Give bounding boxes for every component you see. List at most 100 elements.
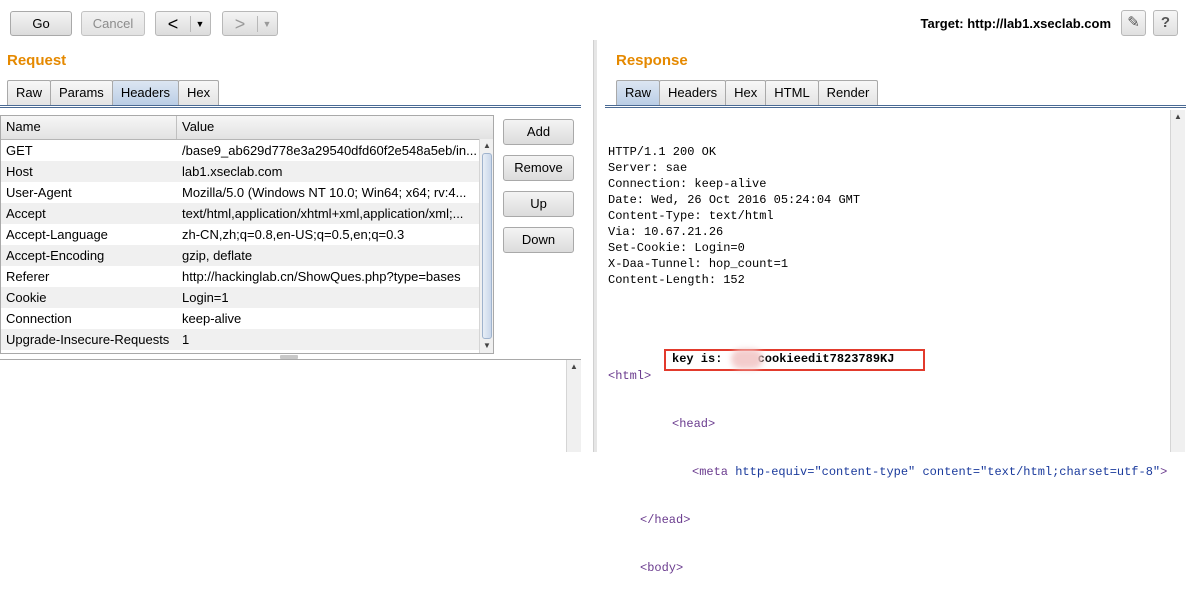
table-header: Name Value (1, 116, 493, 140)
go-button[interactable]: Go (10, 11, 72, 36)
header-value-cell[interactable]: lab1.xseclab.com (177, 161, 479, 182)
response-header-line: Set-Cookie: Login=0 (608, 241, 745, 255)
tab-raw[interactable]: Raw (616, 80, 661, 106)
response-header-line: Connection: keep-alive (608, 177, 767, 191)
header-name-cell[interactable]: Accept (1, 203, 177, 224)
header-name-cell[interactable]: Host (1, 161, 177, 182)
tab-raw[interactable]: Raw (7, 80, 52, 106)
response-header-line: Via: 10.67.21.26 (608, 225, 724, 239)
header-value-cell[interactable]: Login=1 (177, 287, 479, 308)
response-headers: HTTP/1.1 200 OK Server: sae Connection: ke… (608, 144, 1167, 288)
edit-target-button[interactable]: ✎ (1121, 10, 1146, 36)
back-button[interactable]: < ▼ (155, 11, 211, 36)
scroll-up-icon[interactable]: ▲ (1171, 110, 1185, 124)
head-close-tag: </head> (640, 513, 691, 527)
meta-tag: <meta (692, 465, 729, 479)
table-body: GET/base9_ab629d778e3a29540dfd60f2e548a5… (1, 140, 493, 350)
toolbar: Go Cancel < ▼ > ▼ Target: http://lab1.xs… (0, 0, 1186, 44)
meta-attr-name: content= (922, 465, 981, 479)
meta-attr-value: "text/html;charset=utf-8" (980, 465, 1161, 479)
key-line: key is: cookieedit7823789KJ (672, 352, 894, 366)
header-name-cell[interactable]: Upgrade-Insecure-Requests (1, 329, 177, 350)
response-header-line: Server: sae (608, 161, 688, 175)
tab-hex[interactable]: Hex (725, 80, 767, 106)
tab-headers[interactable]: Headers (111, 80, 179, 106)
column-header-name[interactable]: Name (1, 116, 177, 139)
body-open-tag: <body> (640, 561, 684, 575)
cancel-button[interactable]: Cancel (81, 11, 145, 36)
tab-headers[interactable]: Headers (659, 80, 727, 106)
header-value-cell[interactable]: Mozilla/5.0 (Windows NT 10.0; Win64; x64… (177, 182, 479, 203)
header-name-cell[interactable]: Cookie (1, 287, 177, 308)
request-body-editor[interactable]: ▲ (0, 359, 581, 452)
head-open-tag: <head> (672, 417, 716, 431)
header-value-cell[interactable]: text/html,application/xhtml+xml,applicat… (177, 203, 479, 224)
table-row[interactable]: Cookie Login=1 (1, 287, 493, 308)
header-name-cell[interactable]: Connection (1, 308, 177, 329)
add-header-button[interactable]: Add (503, 119, 574, 145)
header-name-cell[interactable]: User-Agent (1, 182, 177, 203)
header-value-cell[interactable]: http://hackinglab.cn/ShowQues.php?type=b… (177, 266, 479, 287)
header-value-cell[interactable]: keep-alive (177, 308, 479, 329)
meta-attr-value: "content-type" (814, 465, 916, 479)
response-header-line: Content-Length: 152 (608, 273, 745, 287)
scroll-up-icon[interactable]: ▲ (567, 360, 581, 374)
scroll-down-icon[interactable]: ▼ (480, 339, 493, 353)
tab-html[interactable]: HTML (765, 80, 819, 106)
tab-params[interactable]: Params (50, 80, 113, 106)
remove-header-button[interactable]: Remove (503, 155, 574, 181)
header-name-cell[interactable]: Referer (1, 266, 177, 287)
forward-button[interactable]: > ▼ (222, 11, 278, 36)
table-row[interactable]: Referer http://hackinglab.cn/ShowQues.php… (1, 266, 493, 287)
header-value-cell[interactable]: gzip, deflate (177, 245, 479, 266)
request-tabs: Raw Params Headers Hex (7, 80, 220, 106)
move-down-button[interactable]: Down (503, 227, 574, 253)
table-row[interactable]: GET/base9_ab629d778e3a29540dfd60f2e548a5… (1, 140, 493, 161)
response-header-line: X-Daa-Tunnel: hop_count=1 (608, 257, 789, 271)
help-button[interactable]: ? (1153, 10, 1178, 36)
response-header-line: HTTP/1.1 200 OK (608, 145, 717, 159)
table-scrollbar[interactable]: ▲ ▼ (479, 139, 493, 353)
response-header-line: Content-Type: text/html (608, 209, 774, 223)
response-scrollbar[interactable]: ▲ (1170, 110, 1185, 452)
key-value: cookieedit7823789KJ (757, 352, 895, 366)
table-row[interactable]: Accept text/html,application/xhtml+xml,ap… (1, 203, 493, 224)
target-label: Target: http://lab1.xseclab.com (920, 16, 1111, 31)
move-up-button[interactable]: Up (503, 191, 574, 217)
header-name-cell[interactable]: Accept-Language (1, 224, 177, 245)
tab-render[interactable]: Render (817, 80, 879, 106)
forward-dropdown-icon[interactable]: ▼ (258, 19, 276, 29)
tab-hex[interactable]: Hex (177, 80, 220, 106)
back-dropdown-icon[interactable]: ▼ (191, 19, 209, 29)
tab-underline (0, 105, 581, 108)
help-icon: ? (1160, 14, 1171, 31)
tab-underline (605, 105, 1186, 108)
html-open-tag: <html> (608, 369, 652, 383)
header-value-cell[interactable]: /base9_ab629d778e3a29540dfd60f2e548a5eb/… (177, 140, 479, 161)
header-value-cell[interactable]: zh-CN,zh;q=0.8,en-US;q=0.5,en;q=0.3 (177, 224, 479, 245)
table-row[interactable]: Accept-Language zh-CN,zh;q=0.8,en-US;q=0.… (1, 224, 493, 245)
request-title: Request (7, 52, 67, 69)
response-tabs: Raw Headers Hex HTML Render (616, 80, 879, 106)
table-row[interactable]: Connection keep-alive (1, 308, 493, 329)
pencil-icon: ✎ (1127, 14, 1140, 31)
response-viewer[interactable]: HTTP/1.1 200 OK Server: sae Connection: ke… (605, 110, 1186, 575)
scroll-up-icon[interactable]: ▲ (480, 139, 493, 153)
body-scrollbar[interactable]: ▲ (566, 360, 581, 452)
table-row[interactable]: Accept-Encoding gzip, deflate (1, 245, 493, 266)
meta-attr-name: http-equiv= (735, 465, 815, 479)
header-name-cell[interactable]: GET (1, 140, 177, 161)
header-value-cell[interactable]: 1 (177, 329, 479, 350)
scroll-thumb[interactable] (482, 153, 492, 339)
column-header-value[interactable]: Value (177, 116, 479, 139)
meta-tag-close: > (1160, 465, 1168, 479)
panel-divider[interactable] (593, 40, 597, 452)
key-label: key is: (672, 352, 730, 366)
table-row[interactable]: Host lab1.xseclab.com (1, 161, 493, 182)
forward-arrow-icon: > (234, 13, 246, 34)
header-name-cell[interactable]: Accept-Encoding (1, 245, 177, 266)
table-row[interactable]: User-Agent Mozilla/5.0 (Windows NT 10.0; … (1, 182, 493, 203)
back-arrow-icon: < (167, 13, 179, 34)
table-row[interactable]: Upgrade-Insecure-Requests 1 (1, 329, 493, 350)
redaction-blur (731, 349, 763, 369)
